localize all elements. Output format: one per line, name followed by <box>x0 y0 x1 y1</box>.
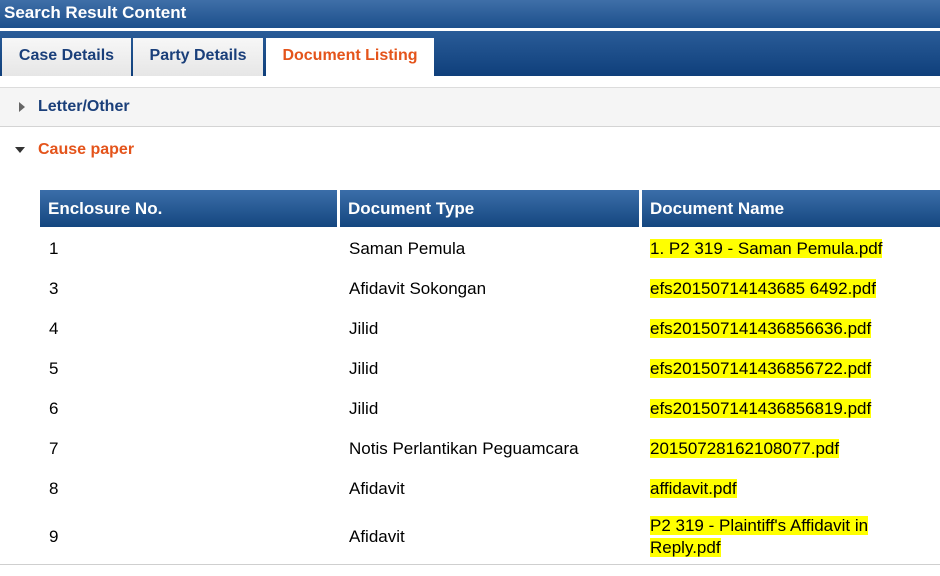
document-link[interactable]: affidavit.pdf <box>650 469 905 509</box>
document-link[interactable]: 1. P2 319 - Saman Pemula.pdf <box>650 229 905 269</box>
section-cause-paper[interactable]: Cause paper <box>0 137 940 165</box>
document-link[interactable]: efs201507141436856819.pdf <box>650 389 905 429</box>
column-document-type: Document Type <box>340 190 639 227</box>
section-label: Cause paper <box>38 141 135 158</box>
column-document-name: Document Name <box>642 190 940 227</box>
enclosure-no: 1 <box>49 239 59 258</box>
document-link[interactable]: efs201507141436856636.pdf <box>650 309 905 349</box>
table-row: 3 Afidavit Sokongan efs20150714143685 64… <box>40 269 940 309</box>
tab-party-details[interactable]: Party Details <box>133 38 263 76</box>
document-name[interactable]: P2 319 - Plaintiff's Affidavit in Reply.… <box>650 516 869 557</box>
document-name[interactable]: efs201507141436856636.pdf <box>650 319 872 338</box>
table-row: 9 Afidavit P2 319 - Plaintiff's Affidavi… <box>40 509 940 564</box>
table-header: Enclosure No. Document Type Document Nam… <box>40 190 940 227</box>
window-title: Search Result Content <box>0 0 940 28</box>
enclosure-no: 8 <box>49 479 59 498</box>
document-link[interactable]: 20150728162108077.pdf <box>650 429 905 469</box>
table-row: 7 Notis Perlantikan Peguamcara 201507281… <box>40 429 940 469</box>
enclosure-no: 6 <box>49 399 59 418</box>
collapse-arrow-icon <box>15 147 25 153</box>
document-type: Saman Pemula <box>349 239 466 258</box>
column-enclosure-no: Enclosure No. <box>40 190 337 227</box>
enclosure-no: 7 <box>49 439 59 458</box>
document-name[interactable]: 1. P2 319 - Saman Pemula.pdf <box>650 239 883 258</box>
table-row: 8 Afidavit affidavit.pdf <box>40 469 940 509</box>
expand-arrow-icon <box>19 102 25 112</box>
enclosure-no: 3 <box>49 279 59 298</box>
document-name[interactable]: efs201507141436856819.pdf <box>650 399 872 418</box>
table-row: 1 Saman Pemula 1. P2 319 - Saman Pemula.… <box>40 229 940 269</box>
document-type: Jilid <box>349 319 379 338</box>
document-link[interactable]: efs201507141436856722.pdf <box>650 349 905 389</box>
document-type: Afidavit <box>349 479 405 498</box>
tab-case-details[interactable]: Case Details <box>2 38 131 76</box>
section-label: Letter/Other <box>38 98 130 115</box>
enclosure-no: 4 <box>49 319 59 338</box>
document-link[interactable]: efs20150714143685 6492.pdf <box>650 269 905 309</box>
document-name[interactable]: affidavit.pdf <box>650 479 737 498</box>
document-type: Afidavit <box>349 527 405 546</box>
document-name[interactable]: efs20150714143685 6492.pdf <box>650 279 876 298</box>
document-type: Notis Perlantikan Peguamcara <box>349 439 579 458</box>
enclosure-no: 9 <box>49 527 59 546</box>
document-type: Jilid <box>349 399 379 418</box>
table-row: 4 Jilid efs201507141436856636.pdf <box>40 309 940 349</box>
document-link[interactable]: P2 319 - Plaintiff's Affidavit in Reply.… <box>650 515 905 560</box>
document-type: Jilid <box>349 359 379 378</box>
document-name[interactable]: 20150728162108077.pdf <box>650 439 840 458</box>
section-letter-other[interactable]: Letter/Other <box>0 87 940 127</box>
document-name[interactable]: efs201507141436856722.pdf <box>650 359 872 378</box>
table-row: 5 Jilid efs201507141436856722.pdf <box>40 349 940 389</box>
document-table-body: 1 Saman Pemula 1. P2 319 - Saman Pemula.… <box>40 229 940 564</box>
table-row: 6 Jilid efs201507141436856819.pdf <box>40 389 940 429</box>
bottom-divider <box>0 564 940 565</box>
document-type: Afidavit Sokongan <box>349 279 487 298</box>
tab-bar: Case Details Party Details Document List… <box>0 31 940 77</box>
enclosure-no: 5 <box>49 359 59 378</box>
tab-document-listing[interactable]: Document Listing <box>266 38 434 77</box>
